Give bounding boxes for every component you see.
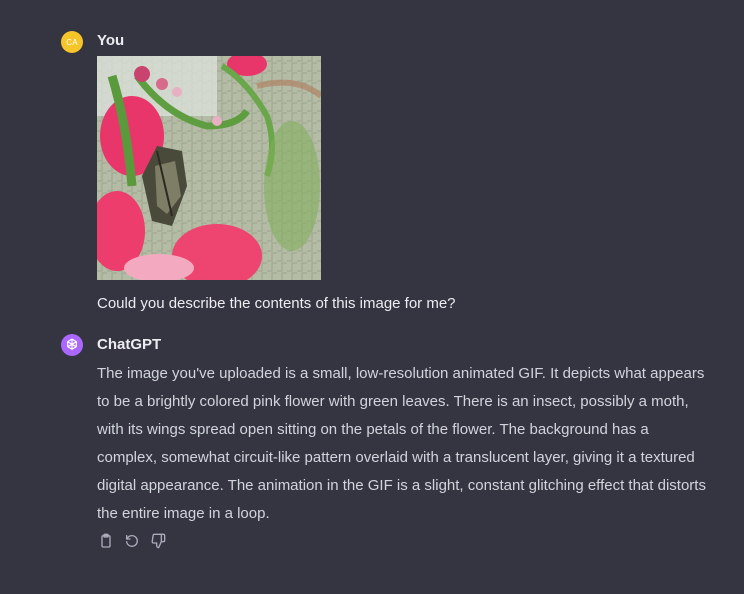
uploaded-image[interactable] <box>97 56 321 280</box>
user-message-text: Could you describe the contents of this … <box>97 295 456 312</box>
user-avatar-initials: CA <box>66 37 78 47</box>
assistant-avatar <box>61 334 83 356</box>
uploaded-image-content <box>97 56 321 280</box>
regenerate-icon <box>126 535 138 547</box>
copy-icon <box>101 533 111 548</box>
copy-button[interactable] <box>97 532 115 550</box>
assistant-author-name: ChatGPT <box>97 336 162 353</box>
openai-logo-icon <box>67 338 77 350</box>
message-actions <box>97 532 167 550</box>
user-avatar: CA <box>61 31 83 53</box>
assistant-message-text: The image you've uploaded is a small, lo… <box>97 365 706 522</box>
user-author-name: You <box>97 32 125 49</box>
thumbs-down-button[interactable] <box>149 532 167 550</box>
thumbs-down-icon <box>151 533 166 549</box>
regenerate-button[interactable] <box>123 532 141 550</box>
